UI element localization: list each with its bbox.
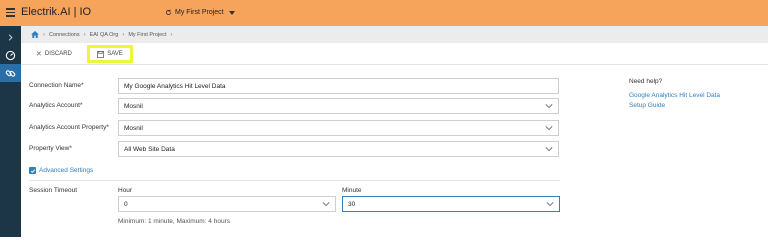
save-button[interactable]: SAVE: [87, 45, 133, 63]
refresh-icon: [165, 9, 172, 16]
chevron-right-icon: ›: [43, 31, 45, 38]
close-icon: ✕: [36, 51, 42, 58]
caret-down-icon: [228, 10, 235, 15]
expand-sidebar-button[interactable]: [0, 28, 21, 46]
breadcrumb-project[interactable]: My First Project: [128, 32, 166, 38]
chevron-down-icon: [545, 104, 553, 109]
connection-name-label: Connection Name*: [29, 82, 84, 89]
toolbar: ✕ DISCARD SAVE: [21, 43, 768, 65]
chevron-right-icon: ›: [122, 31, 125, 38]
session-timeout-hint: Minimum: 1 minute, Maximum: 4 hours: [118, 218, 230, 225]
advanced-settings-label: Advanced Settings: [39, 167, 94, 174]
view-select[interactable]: All Web Site Data: [118, 141, 559, 157]
checkbox-checked-icon: [29, 167, 36, 174]
save-icon: [97, 50, 105, 58]
account-label: Analytics Account*: [29, 102, 83, 109]
property-select[interactable]: Mosnil: [118, 120, 559, 136]
chevron-down-icon: [545, 126, 553, 131]
connection-name-input[interactable]: My Google Analytics Hit Level Data: [118, 78, 559, 94]
connection-name-value: My Google Analytics Hit Level Data: [124, 82, 226, 90]
session-timeout-label: Session Timeout: [29, 187, 78, 194]
hour-label: Hour: [118, 187, 133, 194]
chevron-right-icon: ›: [83, 31, 86, 38]
account-select[interactable]: Mosnil: [118, 98, 559, 114]
discard-button[interactable]: ✕ DISCARD: [36, 50, 72, 58]
minute-select[interactable]: 30: [342, 196, 560, 212]
chevron-down-icon: [545, 147, 553, 152]
gauge-icon: [5, 50, 16, 60]
minute-label: Minute: [342, 187, 362, 194]
chevron-right-icon: [8, 33, 13, 41]
top-bar: Electrik.AI | IO My First Project: [0, 0, 768, 26]
account-value: Mosnil: [124, 102, 143, 110]
home-icon[interactable]: [31, 31, 39, 38]
help-link-setup-guide[interactable]: Setup Guide: [629, 102, 665, 109]
property-value: Mosnil: [124, 124, 143, 132]
breadcrumb-connections[interactable]: Connections: [49, 32, 80, 38]
app-title: Electrik.AI | IO: [21, 6, 92, 18]
advanced-settings-toggle[interactable]: Advanced Settings: [29, 167, 93, 174]
help-link-ga-hit-level[interactable]: Google Analytics Hit Level Data: [629, 92, 720, 99]
chevron-down-icon: [322, 202, 330, 207]
project-name: My First Project: [175, 9, 224, 16]
link-icon: [5, 69, 16, 77]
minute-value: 30: [348, 200, 356, 208]
sidebar: [0, 26, 21, 237]
view-label: Property View*: [29, 145, 72, 152]
sidebar-item-connections[interactable]: [0, 64, 21, 82]
breadcrumb-org[interactable]: EAI QA Org: [90, 32, 119, 38]
project-selector[interactable]: My First Project: [165, 9, 235, 16]
breadcrumb: › Connections › EAI QA Org › My First Pr…: [21, 26, 768, 43]
sidebar-item-dashboard[interactable]: [0, 46, 21, 64]
hour-value: 0: [124, 200, 128, 208]
property-label: Analytics Account Property*: [29, 124, 109, 131]
save-label: SAVE: [107, 51, 123, 57]
menu-icon[interactable]: [6, 8, 15, 17]
chevron-right-icon: ›: [170, 31, 173, 38]
hour-select[interactable]: 0: [118, 196, 336, 212]
chevron-down-icon: [546, 202, 554, 207]
discard-label: DISCARD: [44, 51, 72, 57]
view-value: All Web Site Data: [124, 145, 175, 153]
divider: [29, 180, 560, 181]
help-title: Need help?: [629, 78, 663, 85]
